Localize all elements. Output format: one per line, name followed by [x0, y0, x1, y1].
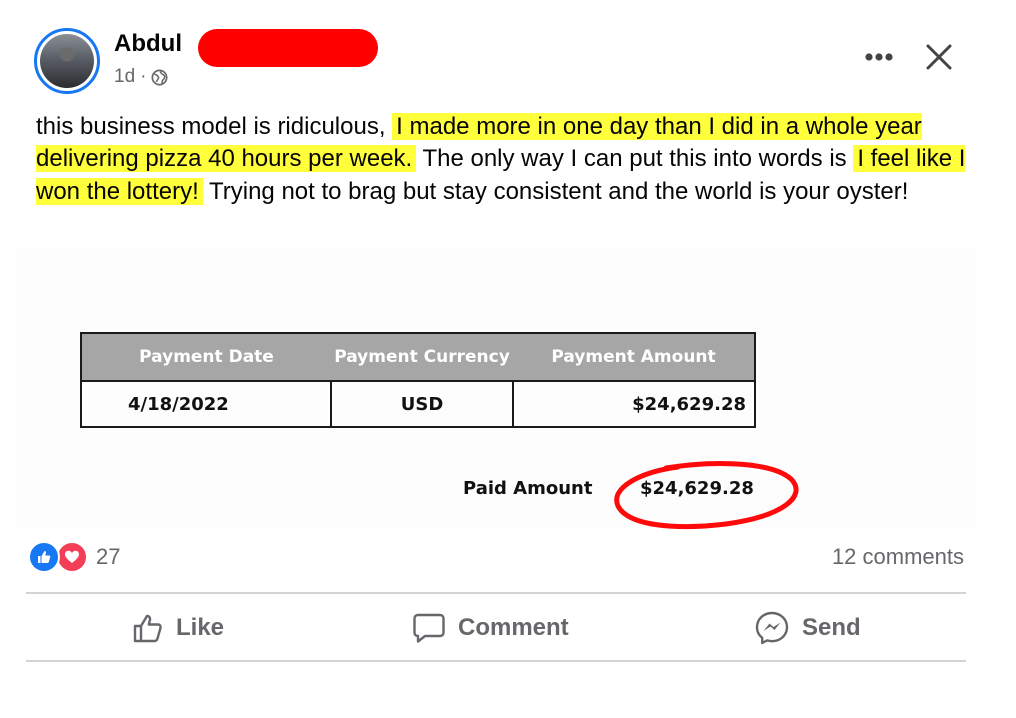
payment-table: Payment Date Payment Currency Payment Am…	[80, 332, 756, 428]
column-header: Payment Amount	[513, 332, 756, 381]
close-icon	[926, 44, 952, 70]
reaction-count: 27	[96, 544, 121, 569]
payment-currency-cell: USD	[330, 380, 514, 428]
messenger-icon	[755, 611, 789, 645]
like-reaction-badge	[28, 541, 60, 573]
post-text-segment: The only way I can put this into words i…	[416, 145, 854, 173]
speech-bubble-icon	[413, 613, 445, 643]
divider	[26, 592, 966, 594]
table-row: 4/18/2022 USD $24,629.28	[80, 380, 756, 428]
globe-icon	[151, 69, 168, 85]
close-button[interactable]	[918, 36, 960, 78]
send-label: Send	[802, 614, 861, 641]
like-button[interactable]: Like	[132, 608, 224, 648]
post-meta: 1d ·	[114, 66, 168, 88]
meta-separator: ·	[140, 66, 147, 87]
column-header: Payment Date	[80, 332, 331, 381]
comments-count[interactable]: 12 comments	[832, 544, 964, 570]
thumbs-up-icon	[38, 551, 51, 563]
post-text-segment: Trying not to brag but stay consistent a…	[202, 177, 909, 205]
avatar-photo	[40, 34, 94, 88]
more-options-icon	[865, 53, 893, 61]
payment-amount-cell: $24,629.28	[512, 380, 756, 428]
love-reaction-badge	[56, 541, 88, 573]
paid-amount-label: Paid Amount	[463, 478, 593, 499]
author-name[interactable]: Abdul	[114, 30, 182, 58]
red-circle-annotation	[614, 461, 799, 530]
comment-label: Comment	[458, 614, 569, 641]
send-button[interactable]: Send	[754, 608, 861, 648]
like-label: Like	[176, 614, 225, 641]
divider	[26, 660, 966, 662]
heart-icon	[65, 550, 79, 563]
comment-button[interactable]: Comment	[412, 608, 569, 648]
column-header: Payment Currency	[331, 332, 513, 381]
post-text: this business model is ridiculous, I mad…	[36, 111, 976, 208]
thumbs-up-outline-icon	[133, 614, 162, 643]
post-text-segment: this business model is ridiculous,	[36, 113, 393, 140]
table-header-row: Payment Date Payment Currency Payment Am…	[80, 332, 756, 381]
post-time[interactable]: 1d	[114, 66, 135, 88]
avatar[interactable]	[34, 28, 100, 94]
redaction-mark	[198, 29, 378, 67]
payment-date-cell: 4/18/2022	[80, 380, 332, 428]
post-image[interactable]: Payment Date Payment Currency Payment Am…	[16, 248, 976, 530]
more-options-button[interactable]	[858, 36, 900, 78]
reaction-summary[interactable]: 27	[28, 541, 120, 573]
